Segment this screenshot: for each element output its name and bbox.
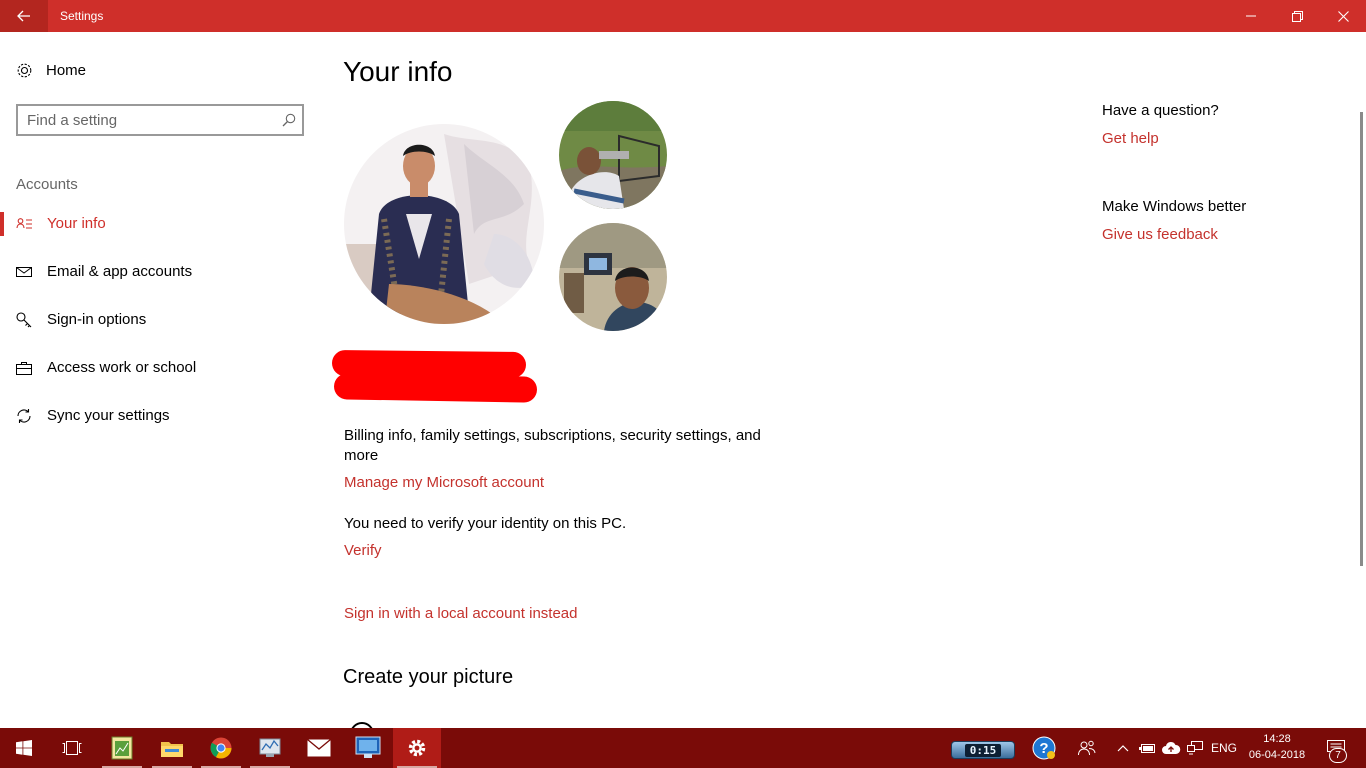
spreadsheet-app-icon xyxy=(111,736,133,760)
taskbar-app-spreadsheet[interactable] xyxy=(98,728,146,768)
home-nav-item[interactable]: Home xyxy=(16,62,86,79)
key-icon xyxy=(16,312,32,328)
task-view-button[interactable] xyxy=(48,728,96,768)
sidebar-item-sync[interactable]: Sync your settings xyxy=(0,396,320,436)
mail-icon xyxy=(16,267,32,277)
question-heading: Have a question? xyxy=(1102,102,1219,119)
sidebar-item-label: Email & app accounts xyxy=(47,263,193,280)
windows-logo-icon xyxy=(16,740,32,756)
search-input[interactable] xyxy=(27,107,277,133)
start-button[interactable] xyxy=(0,728,48,768)
people-icon xyxy=(1078,740,1096,756)
title-bar: Settings xyxy=(0,0,1366,32)
gear-icon xyxy=(17,63,32,78)
chrome-icon xyxy=(210,737,232,759)
network-icon xyxy=(1187,741,1203,755)
alternate-photo-1 xyxy=(559,101,667,209)
window-title: Settings xyxy=(60,9,104,23)
settings-gear-icon xyxy=(408,739,426,757)
mail-app-icon xyxy=(307,739,331,757)
resource-monitor-icon xyxy=(259,738,281,757)
people-button[interactable] xyxy=(1074,728,1100,768)
sidebar-item-label: Sign-in options xyxy=(47,311,147,328)
sidebar-item-your-info[interactable]: Your info xyxy=(0,204,320,244)
back-arrow-icon xyxy=(17,10,30,22)
briefcase-icon xyxy=(16,362,32,375)
alternate-picture-1[interactable] xyxy=(559,101,667,209)
cloud-icon xyxy=(1162,741,1181,754)
folder-icon xyxy=(161,742,183,757)
alternate-photo-2 xyxy=(559,223,667,331)
create-picture-heading: Create your picture xyxy=(343,666,514,688)
network-button[interactable] xyxy=(1185,728,1205,768)
sidebar-item-label: Your info xyxy=(47,215,106,232)
taskbar-app-settings[interactable] xyxy=(393,728,441,768)
section-label: Accounts xyxy=(16,176,78,193)
help-icon: ? xyxy=(1032,736,1056,760)
contact-card-icon xyxy=(16,218,32,229)
verify-link[interactable]: Verify xyxy=(344,542,382,559)
notification-count-badge: 7 xyxy=(1329,748,1347,763)
language-indicator[interactable]: ENG xyxy=(1208,728,1240,768)
account-photo xyxy=(344,124,544,324)
task-view-icon xyxy=(62,741,82,755)
sidebar-item-work-school[interactable]: Access work or school xyxy=(0,348,320,388)
minimize-button[interactable] xyxy=(1228,0,1274,32)
verify-description: You need to verify your identity on this… xyxy=(344,515,627,532)
scrollbar[interactable] xyxy=(1360,112,1363,566)
show-hidden-icons-button[interactable] xyxy=(1113,728,1133,768)
sidebar-item-label: Sync your settings xyxy=(47,407,170,424)
home-label: Home xyxy=(46,62,87,79)
battery-icon xyxy=(1139,744,1155,753)
help-tray-button[interactable]: ? xyxy=(1030,728,1058,768)
taskbar-app-monitor[interactable] xyxy=(246,728,294,768)
manage-account-link[interactable]: Manage my Microsoft account xyxy=(344,474,544,491)
back-button[interactable] xyxy=(0,0,48,32)
clock-time: 14:28 xyxy=(1263,733,1291,745)
clock-date: 06-04-2018 xyxy=(1248,749,1306,761)
sync-icon xyxy=(17,409,31,423)
restore-button[interactable] xyxy=(1274,0,1320,32)
close-icon xyxy=(1337,10,1349,22)
clock[interactable]: 14:28 06-04-2018 xyxy=(1244,731,1310,763)
alternate-picture-2[interactable] xyxy=(559,223,667,331)
feedback-link[interactable]: Give us feedback xyxy=(1102,226,1218,243)
account-picture xyxy=(344,124,544,324)
search-icon[interactable] xyxy=(282,113,296,127)
restore-icon xyxy=(1291,10,1303,22)
timer-widget[interactable]: 0:15 xyxy=(951,741,1015,759)
chevron-up-icon xyxy=(1117,745,1129,752)
taskbar-app-file-explorer[interactable] xyxy=(148,728,196,768)
billing-description: Billing info, family settings, subscript… xyxy=(344,427,761,464)
sidebar-item-sign-in-options[interactable]: Sign-in options xyxy=(0,300,320,340)
battery-button[interactable] xyxy=(1137,728,1157,768)
minimize-icon xyxy=(1246,15,1256,17)
get-help-link[interactable]: Get help xyxy=(1102,130,1159,147)
sidebar: Home Accounts Your info Email & app acco… xyxy=(0,32,320,728)
improve-heading: Make Windows better xyxy=(1102,198,1247,215)
search-box[interactable] xyxy=(16,104,304,136)
local-account-link[interactable]: Sign in with a local account instead xyxy=(344,605,577,622)
sidebar-item-email-accounts[interactable]: Email & app accounts xyxy=(0,252,320,292)
taskbar-app-chrome[interactable] xyxy=(197,728,245,768)
timer-readout: 0:15 xyxy=(964,743,1002,757)
close-button[interactable] xyxy=(1320,0,1366,32)
page-title: Your info xyxy=(343,56,453,87)
sidebar-item-label: Access work or school xyxy=(47,359,197,376)
redaction-mark xyxy=(333,373,538,403)
remote-desktop-icon xyxy=(355,736,381,758)
taskbar-app-mail[interactable] xyxy=(295,728,343,768)
onedrive-button[interactable] xyxy=(1160,728,1182,768)
taskbar-app-remote-desktop[interactable] xyxy=(344,728,392,768)
